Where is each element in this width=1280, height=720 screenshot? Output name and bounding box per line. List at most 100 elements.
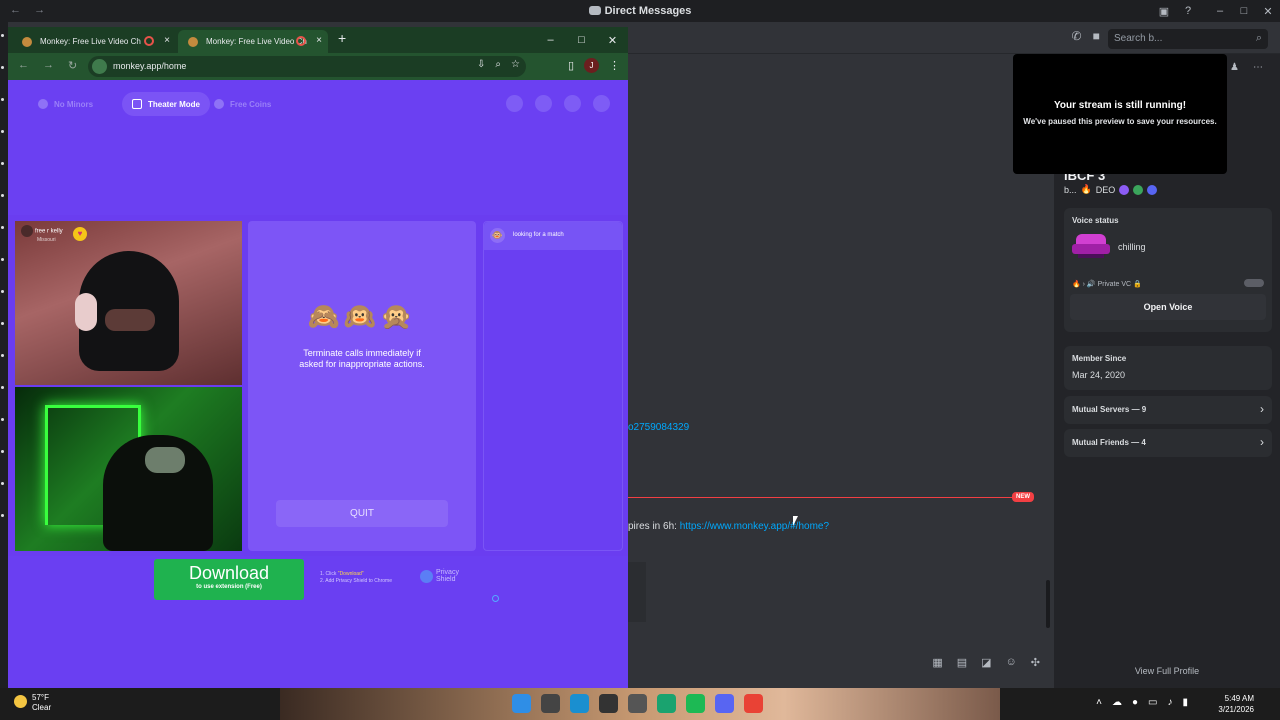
info-icon[interactable] xyxy=(492,595,499,602)
boost-badge-icon[interactable] xyxy=(1133,184,1144,195)
inbox-icon[interactable]: ▣ xyxy=(1152,5,1176,18)
search-input[interactable]: Search b... ⌕ xyxy=(1108,29,1268,49)
voice-status-text: chilling xyxy=(1118,242,1146,252)
edge-icon[interactable] xyxy=(570,694,589,713)
network-icon[interactable]: ▭ xyxy=(1148,697,1157,708)
open-voice-button[interactable]: Open Voice xyxy=(1070,294,1266,320)
chevron-right-icon: › xyxy=(1260,402,1264,416)
start-icon[interactable] xyxy=(512,694,531,713)
quest-badge-icon[interactable] xyxy=(1147,184,1158,195)
chevron-up-icon[interactable]: ˄ xyxy=(1096,697,1102,708)
remote-user-chip[interactable]: free r kelly Missouri xyxy=(21,225,63,243)
tab-monkey-2[interactable]: Monkey: Free Live Video Ch × xyxy=(178,30,328,53)
site-info-icon[interactable] xyxy=(92,59,107,74)
gift-icon[interactable]: ▦ xyxy=(932,656,942,669)
close-button[interactable]: ✕ xyxy=(1256,5,1280,18)
heart-icon[interactable]: ♥ xyxy=(73,227,87,241)
close-button[interactable]: ✕ xyxy=(597,34,628,47)
install-app-icon[interactable]: ⇩ xyxy=(477,59,485,70)
tab-monkey-1[interactable]: Monkey: Free Live Video Ch × xyxy=(12,30,176,53)
server-dot xyxy=(1,290,4,293)
microphone-icon[interactable]: ● xyxy=(1132,697,1138,708)
tab-title: Monkey: Free Live Video Ch xyxy=(206,37,307,46)
gif-icon[interactable]: ▤ xyxy=(957,656,967,669)
address-bar[interactable]: monkey.app/home ⇩ ⌕ ☆ xyxy=(88,56,526,77)
armchair-icon xyxy=(1072,232,1110,262)
mutual-servers-row[interactable]: Mutual Servers — 9 › xyxy=(1064,396,1272,424)
maximize-button[interactable]: □ xyxy=(566,34,597,46)
stream-notice-title: Your stream is still running! xyxy=(1053,100,1187,111)
app-icon[interactable] xyxy=(657,694,676,713)
more-options-icon[interactable]: ⋯ xyxy=(1253,62,1263,73)
history-icon[interactable] xyxy=(535,95,552,112)
chat-link[interactable]: o2759084329 xyxy=(628,422,689,433)
discord-titlebar: ← → Direct Messages ▣ ? – □ ✕ xyxy=(0,0,1280,22)
chat-scrollbar[interactable] xyxy=(1046,580,1050,628)
sticker-icon[interactable]: ◪ xyxy=(981,656,991,669)
bookmark-star-icon[interactable]: ☆ xyxy=(511,59,520,70)
coins-icon[interactable] xyxy=(506,95,523,112)
profile-avatar[interactable]: J xyxy=(584,58,599,73)
server-dot xyxy=(1,258,4,261)
match-chat-panel: 🐵 looking for a match xyxy=(483,221,623,551)
menu-icon[interactable]: ⋮ xyxy=(609,59,620,72)
voice-status-card: Voice status chilling 🔥 › 🔊 Private VC 🔒… xyxy=(1064,208,1272,332)
avatar xyxy=(21,225,33,237)
reload-icon[interactable]: ↻ xyxy=(68,59,77,72)
temperature: 57°F xyxy=(32,693,49,702)
discord-icon[interactable] xyxy=(715,694,734,713)
view-full-profile-link[interactable]: View Full Profile xyxy=(1054,666,1280,676)
member-since-card: Member Since Mar 24, 2020 xyxy=(1064,346,1272,390)
remote-user-name: free r kelly xyxy=(35,228,63,235)
message-link[interactable]: https://www.monkey.app/#/home? xyxy=(680,521,829,532)
voice-channel-name: Private VC xyxy=(1097,281,1132,288)
message-composer[interactable]: ▦ ▤ ◪ ☺ ✣ xyxy=(628,648,1040,678)
obs-icon[interactable] xyxy=(628,694,647,713)
theater-mode-toggle[interactable]: Theater Mode xyxy=(122,92,211,116)
minimize-button[interactable]: – xyxy=(1208,5,1232,17)
privacy-line-2: Shield xyxy=(436,576,456,583)
onedrive-icon[interactable]: ☁ xyxy=(1112,697,1122,708)
video-call-icon[interactable]: ■ xyxy=(1093,29,1100,43)
clock[interactable]: 5:49 AM 3/21/2026 xyxy=(1218,693,1254,715)
window-title: Direct Messages xyxy=(0,5,1280,17)
minimize-button[interactable]: – xyxy=(535,34,566,46)
back-arrow-icon[interactable]: ← xyxy=(18,59,29,72)
chatgpt-icon[interactable] xyxy=(599,694,618,713)
weather-widget[interactable]: 57°F Clear xyxy=(14,693,51,713)
search-icon[interactable] xyxy=(541,694,560,713)
new-tab-button[interactable]: + xyxy=(338,30,346,46)
server-dot xyxy=(1,482,4,485)
emoji-icon[interactable]: ☺ xyxy=(1006,656,1017,669)
monkey-avatar-icon: 🐵 xyxy=(490,228,505,243)
discord-extra-controls: ▣ ? xyxy=(1152,0,1200,22)
chrome-icon[interactable] xyxy=(744,694,763,713)
side-panel-icon[interactable]: ▯ xyxy=(568,59,574,72)
apps-icon[interactable]: ✣ xyxy=(1031,656,1040,669)
step-1-highlight: "Download" xyxy=(337,571,364,577)
spotify-icon[interactable] xyxy=(686,694,705,713)
privacy-line-1: Privacy xyxy=(436,569,459,576)
voice-call-icon[interactable]: ✆ xyxy=(1072,29,1082,43)
mutual-servers-label: Mutual Servers — 9 xyxy=(1072,405,1147,414)
close-tab-icon[interactable]: × xyxy=(164,35,170,46)
battery-icon[interactable]: ▮ xyxy=(1182,697,1188,708)
server-icon: 🔥 › 🔊 xyxy=(1072,281,1096,288)
quit-button[interactable]: QUIT xyxy=(276,500,448,527)
no-minors-toggle[interactable]: No Minors xyxy=(28,92,103,116)
close-tab-icon[interactable]: × xyxy=(316,35,322,46)
zoom-icon[interactable]: ⌕ xyxy=(495,59,501,70)
nitro-badge-icon[interactable] xyxy=(1119,184,1130,195)
browser-toolbar: ← → ↻ monkey.app/home ⇩ ⌕ ☆ ▯ J ⋮ xyxy=(8,53,628,80)
add-friend-icon[interactable]: ♟ xyxy=(1230,62,1239,73)
free-coins-button[interactable]: Free Coins xyxy=(204,92,281,116)
messages-icon[interactable] xyxy=(564,95,581,112)
mutual-friends-row[interactable]: Mutual Friends — 4 › xyxy=(1064,429,1272,457)
maximize-button[interactable]: □ xyxy=(1232,5,1256,17)
help-icon[interactable]: ? xyxy=(1176,5,1200,17)
profile-icon[interactable] xyxy=(593,95,610,112)
forward-arrow-icon[interactable]: → xyxy=(43,59,54,72)
volume-icon[interactable]: ♪ xyxy=(1167,697,1172,708)
download-button[interactable]: Download to use extension (Free) xyxy=(154,559,304,600)
message-embed xyxy=(628,562,646,622)
